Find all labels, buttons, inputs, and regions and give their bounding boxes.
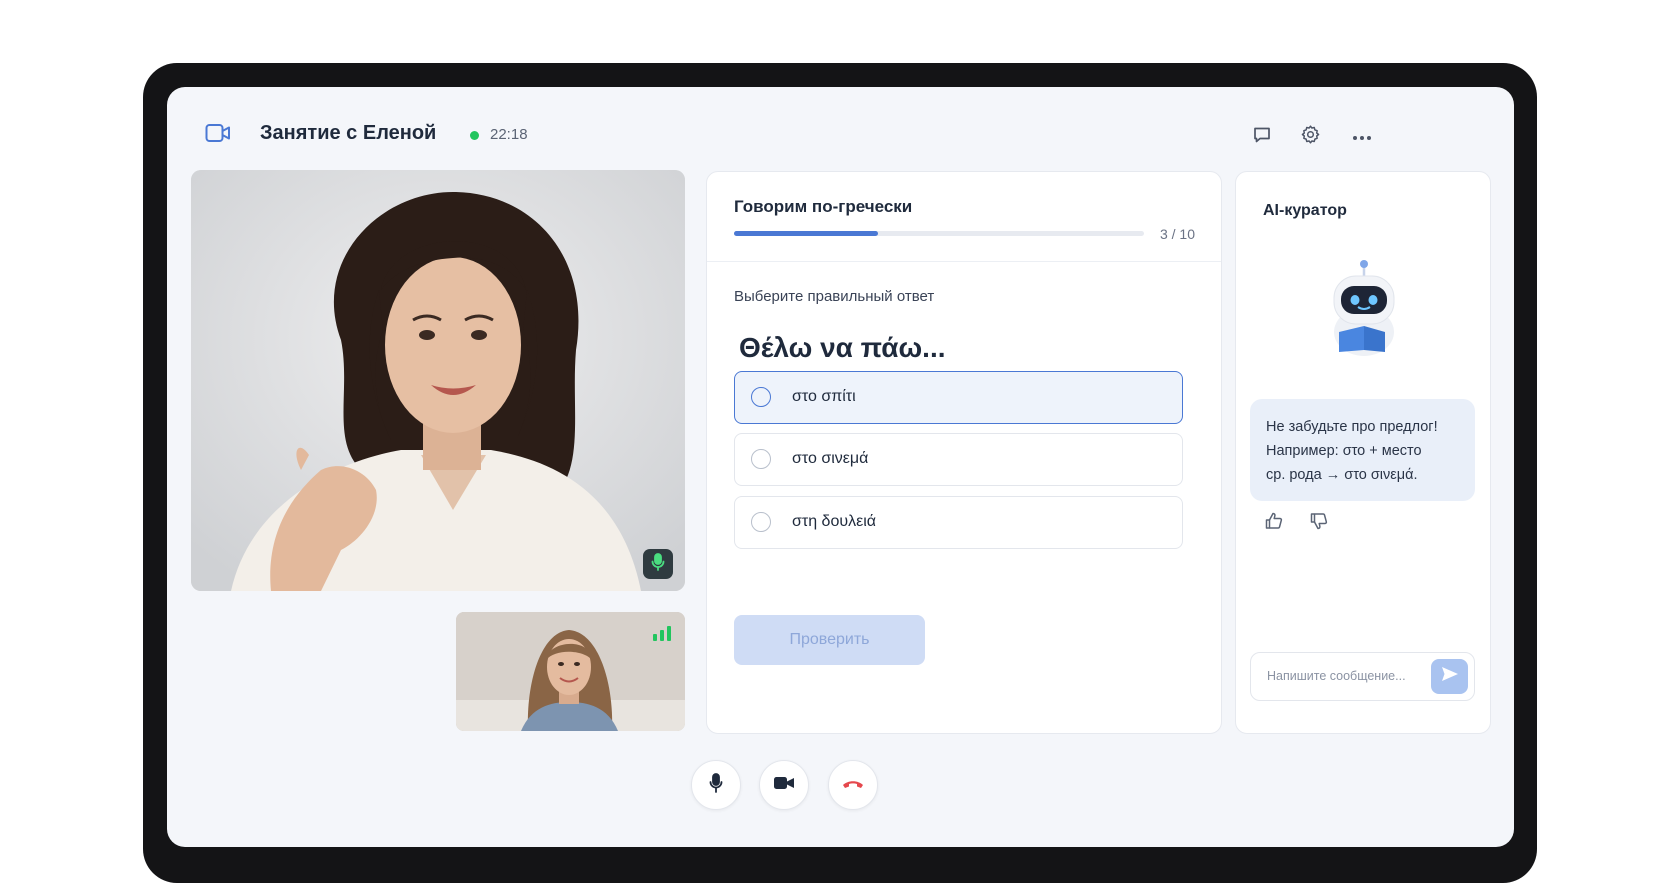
quiz-title: Говорим по-гречески (734, 197, 913, 216)
answer-option[interactable]: στο σινεμά (734, 433, 1183, 486)
chat-icon (1252, 125, 1272, 150)
microphone-button[interactable] (691, 760, 741, 810)
video-camera-icon (773, 775, 795, 796)
robot-icon (1319, 260, 1409, 365)
teacher-video (191, 170, 685, 591)
answer-option[interactable]: στη δουλειά (734, 496, 1183, 549)
answer-option-label: στη δουλειά (792, 513, 877, 530)
dislike-button[interactable] (1308, 512, 1330, 534)
ai-curator-panel: AI-куратор Не забудьте про предлог! Напр… (1235, 171, 1491, 734)
check-answer-button[interactable]: Проверить (734, 615, 925, 665)
teacher-portrait (191, 170, 685, 591)
video-camera-icon (205, 123, 231, 148)
page-title: Занятие с Еленой (260, 122, 437, 144)
thumbs-up-icon (1265, 512, 1283, 535)
ai-message-line: Не забудьте про предлог! (1266, 419, 1438, 435)
ai-message-bubble: Не забудьте про предлог! Например: στο +… (1250, 399, 1475, 501)
hang-up-icon (842, 776, 864, 794)
radio-button[interactable] (751, 449, 771, 469)
microphone-icon (709, 772, 723, 798)
chat-button[interactable] (1250, 125, 1274, 149)
more-icon (1352, 128, 1372, 146)
microphone-icon (651, 552, 665, 576)
quiz-instruction: Выберите правильный ответ (734, 288, 935, 305)
ai-message-line: Например: στο + место (1266, 443, 1422, 459)
radio-button[interactable] (751, 512, 771, 532)
quiz-question: Θέλω να πάω... (739, 332, 946, 363)
more-button[interactable] (1350, 125, 1374, 149)
quiz-progress-count: 3 / 10 (1159, 226, 1195, 242)
answer-option[interactable]: στο σπίτι (734, 371, 1183, 424)
ai-message-line: ср. рода → στο σινεμά. (1266, 467, 1418, 483)
quiz-progress-fill (734, 231, 878, 236)
like-button[interactable] (1263, 512, 1285, 534)
message-input[interactable] (1265, 668, 1419, 684)
mic-active-badge (643, 549, 673, 579)
quiz-progress-bar (734, 231, 1144, 236)
live-indicator (470, 131, 479, 140)
camera-button[interactable] (759, 760, 809, 810)
radio-button[interactable] (751, 387, 771, 407)
gear-icon (1300, 124, 1321, 150)
hang-up-button[interactable] (828, 760, 878, 810)
send-button[interactable] (1431, 659, 1468, 694)
quiz-card: Говорим по-гречески 3 / 10 Выберите прав… (706, 171, 1222, 734)
student-portrait (456, 612, 685, 731)
answer-option-label: στο σπίτι (792, 388, 856, 405)
self-video (456, 612, 685, 731)
send-icon (1441, 666, 1459, 687)
ai-panel-title: AI-куратор (1263, 202, 1347, 219)
answer-option-label: στο σινεμά (792, 450, 869, 467)
signal-strength-icon (653, 626, 671, 641)
call-timer: 22:18 (490, 126, 528, 143)
settings-button[interactable] (1298, 125, 1322, 149)
divider (707, 261, 1221, 262)
thumbs-down-icon (1310, 512, 1328, 535)
app-window: Занятие с Еленой 22:18 Говорим по-гречес… (167, 87, 1514, 847)
message-input-box (1250, 652, 1475, 701)
header: Занятие с Еленой 22:18 (167, 87, 1514, 157)
